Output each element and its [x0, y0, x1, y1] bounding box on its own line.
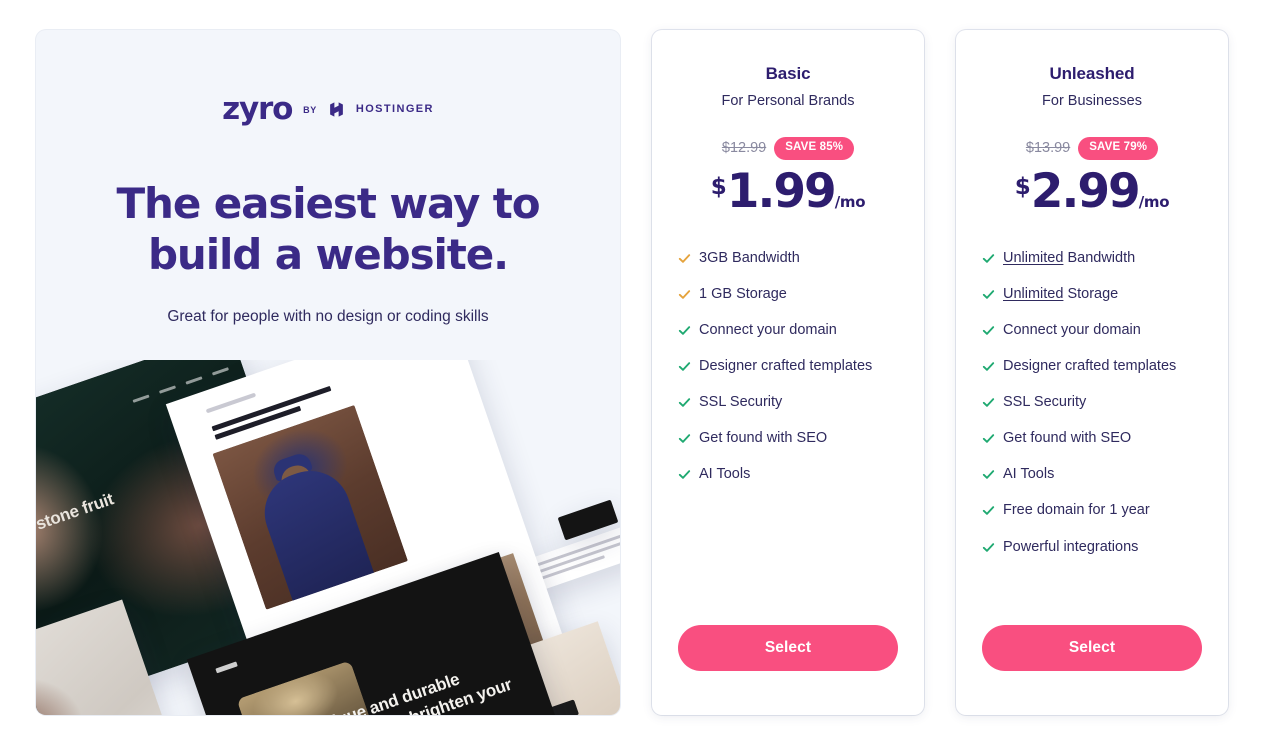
- price-amount: 1.99: [726, 163, 837, 219]
- plan-card-unleashed[interactable]: Unleashed For Businesses $13.99 SAVE 79% $2.…: [956, 30, 1228, 715]
- feature-item: Powerful integrations: [982, 538, 1202, 556]
- feature-label: 1 GB Storage: [699, 285, 787, 302]
- feature-label: Unlimited Storage: [1003, 285, 1119, 302]
- feature-item: 1 GB Storage: [678, 285, 898, 303]
- zyro-wordmark: zyro: [222, 90, 293, 127]
- hostinger-h-icon: [330, 101, 343, 117]
- feature-item: AI Tools: [678, 465, 898, 483]
- feature-item: Designer crafted templates: [982, 357, 1202, 375]
- feature-label: Get found with SEO: [699, 430, 828, 447]
- plan-audience: For Personal Brands: [721, 93, 855, 109]
- checkmark-icon: [982, 470, 995, 480]
- plan-name: Unleashed: [1049, 64, 1135, 83]
- checkmark-icon: [678, 362, 691, 371]
- feature-label: Designer crafted templates: [699, 357, 873, 374]
- feature-emphasis: Unlimited: [1003, 285, 1064, 302]
- feature-label: Free domain for 1 year: [1003, 502, 1150, 519]
- feature-label: Get found with SEO: [1003, 430, 1132, 447]
- original-price: $13.99: [1025, 140, 1071, 157]
- feature-label: Powerful integrations: [1003, 538, 1139, 555]
- feature-label: Connect your domain: [699, 321, 837, 338]
- feature-item: 3GB Bandwidth: [678, 249, 898, 267]
- select-button-unleashed[interactable]: Select: [982, 625, 1202, 671]
- original-price: $12.99: [721, 140, 767, 157]
- currency-symbol: $: [1014, 173, 1031, 200]
- feature-label: Connect your domain: [1003, 321, 1141, 338]
- plan-name: Basic: [765, 64, 811, 83]
- price-period: /mo: [834, 192, 866, 211]
- checkmark-icon: [982, 398, 995, 407]
- checkmark-icon: [982, 253, 995, 263]
- hero-headline: The easiest way to build a website.: [116, 179, 540, 280]
- feature-list: Unlimited Bandwidth Unlimited Storage Conn…: [982, 249, 1202, 556]
- feature-item: Connect your domain: [678, 321, 898, 339]
- feature-label: AI Tools: [1003, 466, 1055, 483]
- plan-audience: For Businesses: [1042, 93, 1142, 109]
- checkmark-icon: [982, 362, 995, 371]
- feature-label: SSL Security: [1003, 394, 1087, 410]
- feature-item: AI Tools: [982, 465, 1202, 483]
- save-badge: SAVE 85%: [774, 137, 855, 160]
- price-period: /mo: [1138, 192, 1170, 211]
- checkmark-icon: [982, 506, 995, 516]
- price-discount-row: $13.99 SAVE 79%: [982, 137, 1202, 160]
- checkmark-icon: [678, 398, 691, 407]
- feature-item: SSL Security: [678, 393, 898, 411]
- checkmark-icon: [982, 542, 995, 552]
- feature-emphasis: Unlimited: [1003, 249, 1064, 266]
- checkmark-icon: [678, 253, 691, 263]
- pricing-page: zyro BY HOSTINGER The easiest way to bui…: [0, 0, 1280, 753]
- feature-item: SSL Security: [982, 393, 1202, 411]
- save-badge: SAVE 79%: [1078, 137, 1159, 160]
- plan-card-basic[interactable]: Basic For Personal Brands $12.99 SAVE 85% $1…: [652, 30, 924, 715]
- feature-item: Connect your domain: [982, 321, 1202, 339]
- template-hero-photo: [212, 404, 409, 610]
- checkmark-icon: [982, 434, 995, 443]
- feature-label: 3GB Bandwidth: [699, 249, 800, 266]
- checkmark-icon: [982, 289, 995, 299]
- hostinger-wordmark: HOSTINGER: [355, 103, 434, 115]
- price-display: $2.99/mo: [982, 168, 1202, 215]
- logo-by-label: BY: [303, 105, 317, 115]
- feature-label: AI Tools: [699, 466, 751, 483]
- feature-item: Get found with SEO: [678, 429, 898, 447]
- price-amount: 2.99: [1030, 163, 1141, 219]
- currency-symbol: $: [710, 173, 727, 200]
- feature-item: Free domain for 1 year: [982, 501, 1202, 519]
- template-logo: [215, 661, 238, 674]
- website-template-collage: ms are the stone fruit rs.: [36, 360, 620, 715]
- checkmark-icon: [982, 325, 995, 335]
- price-discount-row: $12.99 SAVE 85%: [678, 137, 898, 160]
- feature-label: SSL Security: [699, 394, 783, 410]
- feature-label: Unlimited Bandwidth: [1003, 249, 1136, 266]
- checkmark-icon: [678, 289, 691, 299]
- checkmark-icon: [678, 470, 691, 480]
- feature-item: Unlimited Storage: [982, 285, 1202, 303]
- feature-item: Unlimited Bandwidth: [982, 249, 1202, 267]
- feature-item: Designer crafted templates: [678, 357, 898, 375]
- hero-subheadline: Great for people with no design or codin…: [167, 308, 489, 326]
- checkmark-icon: [678, 434, 691, 443]
- checkmark-icon: [678, 325, 691, 335]
- zyro-logo: zyro BY HOSTINGER: [36, 90, 620, 127]
- feature-list: 3GB Bandwidth 1 GB Storage Connect your do…: [678, 249, 898, 484]
- hero-panel: zyro BY HOSTINGER The easiest way to bui…: [36, 30, 620, 715]
- price-display: $1.99/mo: [678, 168, 898, 215]
- select-button-basic[interactable]: Select: [678, 625, 898, 671]
- feature-item: Get found with SEO: [982, 429, 1202, 447]
- feature-label: Designer crafted templates: [1003, 357, 1177, 374]
- template-brandmark: [205, 392, 257, 414]
